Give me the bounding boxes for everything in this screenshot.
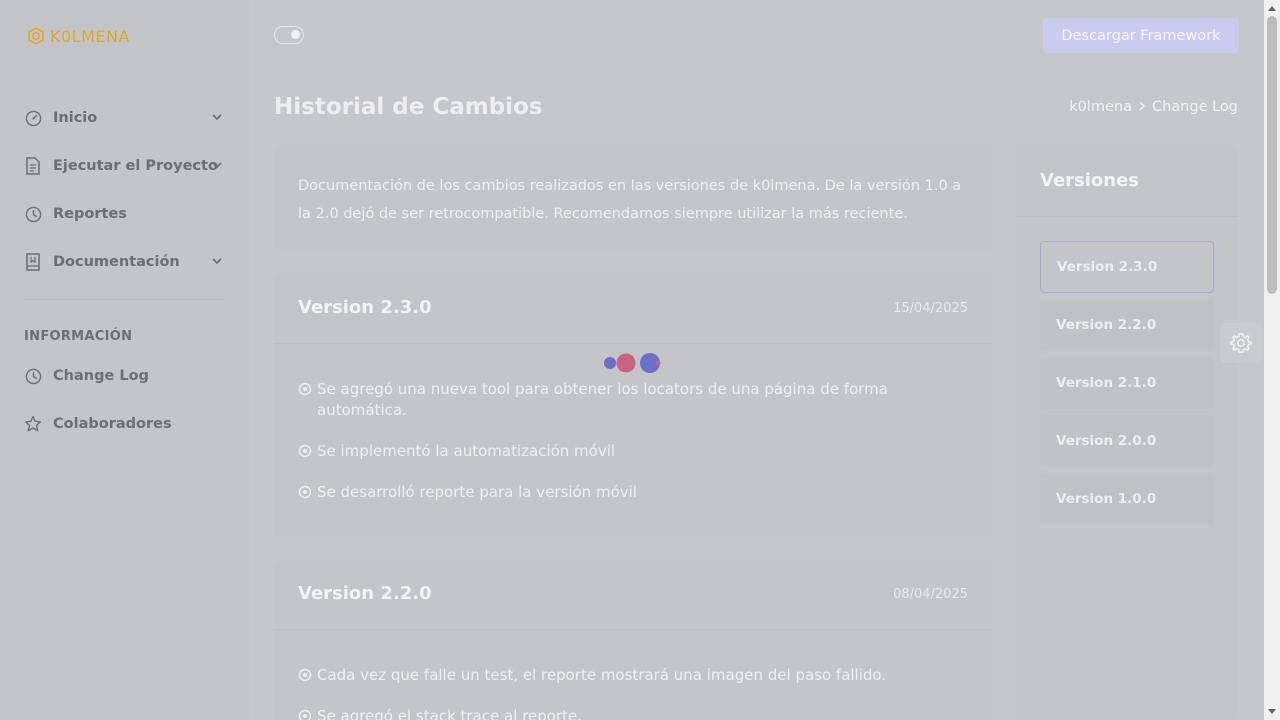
sidebar-item-label: Documentación	[53, 254, 180, 270]
intro-text: Documentación de los cambios realizados …	[298, 178, 962, 222]
sidebar-nav: Inicio Ejecutar el Proyecto Reportes Doc…	[0, 94, 250, 286]
sidebar-item-documentacion[interactable]: Documentación	[0, 238, 250, 286]
settings-button[interactable]	[1220, 323, 1262, 363]
sidebar-info-nav: Change Log Colaboradores	[0, 352, 250, 448]
brand-logo[interactable]: K0LMENA	[26, 24, 130, 48]
versions-panel-divider	[1016, 216, 1238, 217]
bullet-circle-icon	[298, 382, 312, 396]
change-text: Cada vez que falle un test, el reporte m…	[317, 666, 887, 684]
version-card-header: Version 2.3.0 15/04/2025	[274, 275, 992, 344]
version-date: 08/04/2025	[893, 587, 968, 602]
list-item: Se agregó el stack trace al reporte.	[298, 706, 978, 720]
breadcrumb: k0lmena Change Log	[1069, 99, 1238, 115]
version-card-header: Version 2.2.0 08/04/2025	[274, 561, 992, 630]
sidebar-item-inicio[interactable]: Inicio	[0, 94, 250, 142]
bullet-circle-icon	[298, 444, 312, 458]
list-item: Se implementó la automatización móvil	[298, 441, 978, 462]
sidebar-item-label: Reportes	[53, 206, 127, 222]
sidebar-item-label: Inicio	[53, 110, 98, 126]
clock-icon	[24, 205, 42, 223]
topbar: Descargar Framework	[250, 0, 1264, 70]
clock-icon	[24, 367, 42, 385]
version-card: Version 2.2.0 08/04/2025 Cada vez que fa…	[274, 561, 992, 720]
chevron-down-icon	[212, 162, 222, 169]
version-changes-list: Cada vez que falle un test, el reporte m…	[298, 665, 978, 720]
chevron-down-icon	[212, 114, 222, 121]
bullet-circle-icon	[298, 485, 312, 499]
document-icon	[24, 157, 42, 175]
theme-toggle[interactable]	[274, 26, 304, 44]
bullet-circle-icon	[298, 709, 312, 720]
sidebar-item-label: Colaboradores	[53, 416, 172, 432]
beehive-icon	[28, 27, 44, 45]
book-icon	[24, 253, 42, 271]
change-text: Se agregó una nueva tool para obtener lo…	[317, 380, 888, 419]
loading-spinner	[604, 353, 661, 373]
version-link-2-2-0[interactable]: Version 2.2.0	[1040, 299, 1214, 351]
list-item: Se agregó una nueva tool para obtener lo…	[298, 379, 978, 421]
change-text: Se implementó la automatización móvil	[317, 442, 616, 460]
sidebar: K0LMENA Inicio Ejecutar el Proyecto Repo…	[0, 0, 250, 720]
version-title: Version 2.2.0	[298, 583, 432, 604]
version-link-2-3-0[interactable]: Version 2.3.0	[1040, 241, 1214, 293]
brand-name: K0LMENA	[50, 26, 130, 46]
toggle-knob	[291, 30, 300, 39]
version-link-2-0-0[interactable]: Version 2.0.0	[1040, 415, 1214, 467]
intro-card: Documentación de los cambios realizados …	[274, 148, 992, 250]
version-title: Version 2.3.0	[298, 297, 432, 318]
sidebar-item-ejecutar[interactable]: Ejecutar el Proyecto	[0, 142, 250, 190]
version-changes-list: Se agregó una nueva tool para obtener lo…	[298, 379, 978, 523]
chevron-down-icon	[212, 258, 222, 265]
scroll-down-arrow-icon[interactable]	[1268, 709, 1276, 714]
chevron-right-icon	[1138, 99, 1146, 115]
page-scrollbar[interactable]	[1264, 0, 1280, 720]
versions-panel: Versiones Version 2.3.0 Version 2.2.0 Ve…	[1016, 148, 1238, 720]
sidebar-item-label: Ejecutar el Proyecto	[53, 158, 218, 174]
change-text: Se agregó el stack trace al reporte.	[317, 707, 582, 720]
version-link-1-0-0[interactable]: Version 1.0.0	[1040, 473, 1214, 525]
version-date: 15/04/2025	[893, 301, 968, 316]
version-link-2-1-0[interactable]: Version 2.1.0	[1040, 357, 1214, 409]
list-item: Se desarrolló reporte para la versión mó…	[298, 482, 978, 503]
speedometer-icon	[24, 109, 42, 127]
sidebar-divider	[24, 299, 225, 300]
scrollbar-thumb[interactable]	[1267, 16, 1277, 294]
versions-panel-title: Versiones	[1040, 170, 1140, 191]
sidebar-item-changelog[interactable]: Change Log	[0, 352, 250, 400]
star-icon	[24, 415, 42, 433]
gear-icon	[1230, 333, 1252, 353]
bullet-circle-icon	[298, 668, 312, 682]
list-item: Cada vez que falle un test, el reporte m…	[298, 665, 978, 686]
page-title: Historial de Cambios	[274, 94, 543, 120]
scroll-up-arrow-icon[interactable]	[1268, 6, 1276, 11]
download-framework-button[interactable]: Descargar Framework	[1043, 18, 1239, 53]
breadcrumb-home[interactable]: k0lmena	[1069, 99, 1132, 115]
change-text: Se desarrolló reporte para la versión mó…	[317, 483, 637, 501]
sidebar-item-reportes[interactable]: Reportes	[0, 190, 250, 238]
breadcrumb-current: Change Log	[1151, 99, 1238, 115]
sidebar-item-colaboradores[interactable]: Colaboradores	[0, 400, 250, 448]
sidebar-section-label: INFORMACIÓN	[24, 329, 133, 344]
version-card: Version 2.3.0 15/04/2025 Se agregó una n…	[274, 275, 992, 537]
sidebar-item-label: Change Log	[53, 368, 149, 384]
